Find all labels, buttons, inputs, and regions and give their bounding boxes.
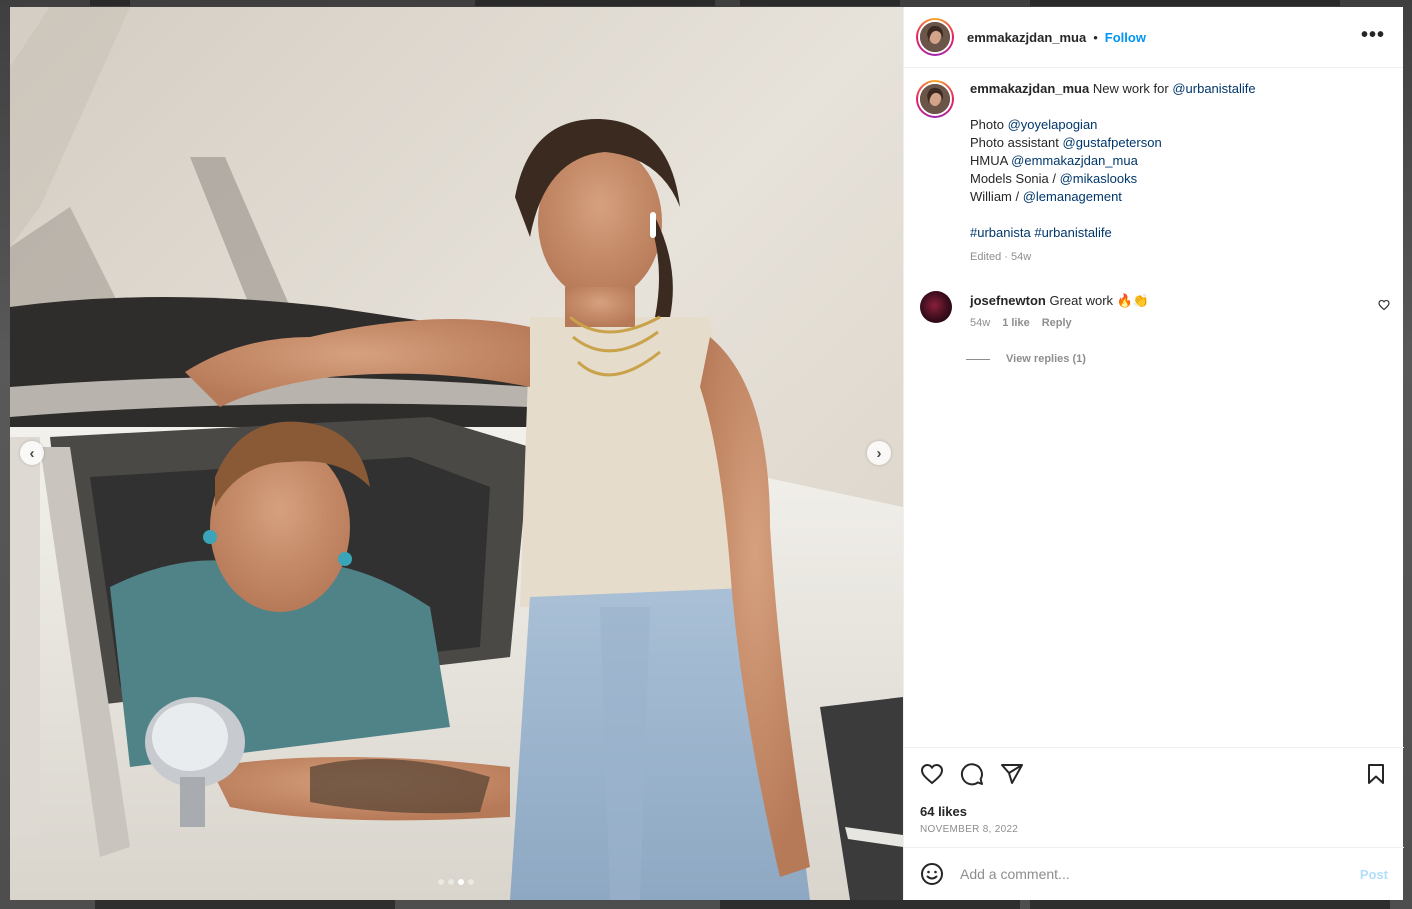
credit-prefix: HMUA (970, 153, 1012, 168)
action-icons (920, 762, 1024, 786)
comment-bubble-icon[interactable] (960, 762, 984, 786)
carousel-indicator (438, 879, 474, 885)
caption-hashtags: #urbanista #urbanistalife (970, 224, 1386, 242)
comment-input[interactable] (960, 866, 1340, 882)
mention-link[interactable]: @urbanistalife (1172, 81, 1255, 96)
post-caption: emmakazjdan_mua New work for @urbanistal… (916, 80, 1386, 266)
commenter-avatar[interactable] (920, 291, 952, 323)
credit-prefix: Models Sonia / (970, 171, 1060, 186)
carousel-next-button[interactable]: › (867, 441, 891, 465)
carousel-dot (448, 879, 454, 885)
post-actions: 64 likes NOVEMBER 8, 2022 (904, 747, 1404, 847)
post-date: NOVEMBER 8, 2022 (920, 824, 1019, 835)
chevron-left-icon: ‹ (29, 444, 35, 462)
heart-icon[interactable] (920, 762, 944, 786)
mention-link[interactable]: @lemanagement (1023, 189, 1122, 204)
hashtag-link[interactable]: #urbanista (970, 225, 1031, 240)
mention-link[interactable]: @emmakazjdan_mua (1011, 153, 1138, 168)
post-comment-button[interactable]: Post (1360, 867, 1388, 882)
mention-link[interactable]: @gustafpeterson (1063, 135, 1162, 150)
comment-heart-icon[interactable] (1378, 299, 1390, 311)
view-replies-line (966, 358, 990, 360)
post-photo: ‹ › (10, 7, 903, 900)
caption-credit-line: Photo @yoyelapogian (970, 116, 1386, 134)
caption-author-avatar[interactable] (916, 80, 954, 118)
author-avatar[interactable] (916, 18, 954, 56)
comment-age: 54w (970, 317, 991, 329)
post-modal: ‹ › emmakazjdan_mua • Follow ••• emmakaz… (10, 7, 1404, 900)
caption-credit-line: Photo assistant @gustafpeterson (970, 134, 1386, 152)
mention-link[interactable]: @mikaslooks (1060, 171, 1138, 186)
comment-likes[interactable]: 1 like (1002, 317, 1030, 329)
paper-plane-icon[interactable] (1000, 762, 1024, 786)
caption-username[interactable]: emmakazjdan_mua (970, 81, 1089, 96)
smiley-icon[interactable] (920, 862, 944, 886)
view-replies-label: View replies (1) (1006, 353, 1086, 365)
caption-credit-line: Models Sonia / @mikaslooks (970, 170, 1386, 188)
add-comment-bar: Post (904, 847, 1404, 900)
post-side-panel: emmakazjdan_mua • Follow ••• emmakazjdan… (903, 7, 1404, 900)
credit-prefix: Photo assistant (970, 135, 1063, 150)
caption-credit-line: William / @lemanagement (970, 188, 1386, 206)
carousel-prev-button[interactable]: ‹ (20, 441, 44, 465)
carousel-dot-active (458, 879, 464, 885)
comment-content: Great work 🔥👏 (1049, 293, 1150, 308)
post-header: emmakazjdan_mua • Follow ••• (904, 7, 1403, 68)
commenter-username[interactable]: josefnewton (970, 293, 1046, 308)
header-separator: • (1093, 29, 1098, 45)
caption-intro: New work for (1092, 81, 1173, 96)
carousel-dot (468, 879, 474, 885)
author-username[interactable]: emmakazjdan_mua (967, 30, 1086, 45)
likes-count[interactable]: 64 likes (920, 804, 967, 819)
comment-meta: 54w 1 like Reply (970, 317, 1390, 329)
comment-text: josefnewton Great work 🔥👏 (970, 291, 1390, 310)
caption-text: emmakazjdan_mua New work for @urbanistal… (970, 80, 1386, 266)
caption-credit-line: HMUA @emmakazjdan_mua (970, 152, 1386, 170)
mention-link[interactable]: @yoyelapogian (1008, 117, 1098, 132)
hashtag-link[interactable]: #urbanistalife (1034, 225, 1111, 240)
credit-prefix: William / (970, 189, 1023, 204)
reply-button[interactable]: Reply (1042, 317, 1072, 329)
more-horizontal-icon[interactable]: ••• (1361, 25, 1385, 45)
photo-illustration (10, 7, 903, 900)
bookmark-icon[interactable] (1364, 762, 1388, 786)
follow-button[interactable]: Follow (1105, 30, 1146, 45)
caption-meta: Edited · 54w (970, 251, 1032, 263)
view-replies-button[interactable]: View replies (1) (966, 353, 1086, 365)
credit-prefix: Photo (970, 117, 1008, 132)
comment-item: josefnewton Great work 🔥👏 54w 1 like Rep… (920, 291, 1390, 329)
carousel-dot (438, 879, 444, 885)
chevron-right-icon: › (876, 444, 882, 462)
